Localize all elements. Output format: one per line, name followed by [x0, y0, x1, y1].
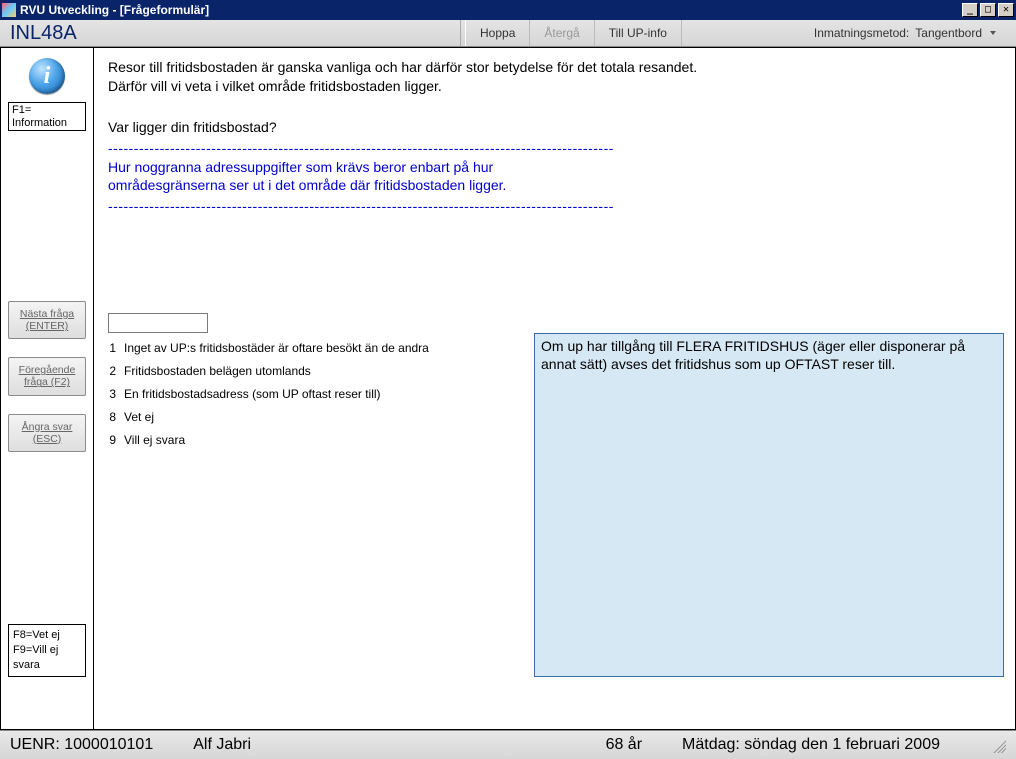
- sidebar: i F1= Information Nästa fråga (ENTER) Fö…: [0, 47, 93, 730]
- previous-question-button[interactable]: Föregående fråga (F2): [8, 357, 86, 395]
- option-3[interactable]: 3 En fritidsbostadsadress (som UP oftast…: [104, 387, 429, 401]
- option-number: 2: [104, 364, 116, 378]
- till-up-info-button[interactable]: Till UP-info: [595, 20, 682, 46]
- answer-input[interactable]: [108, 313, 208, 333]
- next-question-button[interactable]: Nästa fråga (ENTER): [8, 301, 86, 339]
- content-area: Resor till fritidsbostaden är ganska van…: [93, 47, 1016, 730]
- option-1[interactable]: 1 Inget av UP:s fritidsbostäder är oftar…: [104, 341, 429, 355]
- option-text: Inget av UP:s fritidsbostäder är oftare …: [124, 341, 429, 355]
- input-method-dropdown[interactable]: Tangentbord: [915, 26, 996, 40]
- undo-answer-button[interactable]: Ångra svar (ESC): [8, 414, 86, 452]
- app-icon: [2, 3, 16, 17]
- option-text: En fritidsbostadsadress (som UP oftast r…: [124, 387, 381, 401]
- question-text: Resor till fritidsbostaden är ganska van…: [108, 58, 1001, 216]
- option-8[interactable]: 8 Vet ej: [104, 410, 429, 424]
- status-name: Alf Jabri: [193, 736, 251, 754]
- minimize-button[interactable]: _: [962, 3, 978, 17]
- hoppa-button[interactable]: Hoppa: [466, 20, 530, 46]
- toolbar: INL48A Hoppa Återgå Till UP-info Inmatni…: [0, 20, 1016, 47]
- divider-dashes: ----------------------------------------…: [108, 139, 613, 158]
- status-bar: UENR: 1000010101 Alf Jabri 68 år Mätdag:…: [0, 730, 1016, 759]
- question-code: INL48A: [0, 20, 460, 46]
- question-line1: Resor till fritidsbostaden är ganska van…: [108, 58, 728, 77]
- status-date: Mätdag: söndag den 1 februari 2009: [682, 736, 940, 754]
- status-uenr: UENR: 1000010101: [10, 736, 153, 754]
- option-text: Fritidsbostaden belägen utomlands: [124, 364, 311, 378]
- option-number: 9: [104, 433, 116, 447]
- question-note-line2: områdesgränserna ser ut i det område där…: [108, 176, 1001, 195]
- option-number: 3: [104, 387, 116, 401]
- question-prompt: Var ligger din fritidsbostad?: [108, 118, 1001, 137]
- title-bar: RVU Utveckling - [Frågeformulär] _ □ ✕: [0, 0, 1016, 20]
- option-2[interactable]: 2 Fritidsbostaden belägen utomlands: [104, 364, 429, 378]
- option-text: Vet ej: [124, 410, 154, 424]
- status-age: 68 år: [606, 736, 642, 754]
- input-method-value: Tangentbord: [915, 26, 982, 40]
- option-text: Vill ej svara: [124, 433, 185, 447]
- maximize-button[interactable]: □: [980, 3, 996, 17]
- question-line2: Därför vill vi veta i vilket område frit…: [108, 77, 1001, 96]
- shortcut-hints: F8=Vet ej F9=Vill ej svara: [8, 624, 86, 677]
- option-number: 8: [104, 410, 116, 424]
- info-panel: Om up har tillgång till FLERA FRITIDSHUS…: [534, 333, 1004, 677]
- option-number: 1: [104, 341, 116, 355]
- aterga-button[interactable]: Återgå: [530, 20, 594, 46]
- answer-options: 1 Inget av UP:s fritidsbostäder är oftar…: [104, 341, 429, 456]
- input-method: Inmatningsmetod: Tangentbord: [814, 20, 1016, 46]
- info-panel-text: Om up har tillgång till FLERA FRITIDSHUS…: [541, 338, 965, 372]
- window-title: RVU Utveckling - [Frågeformulär]: [20, 3, 962, 17]
- question-note-line1: Hur noggranna adressuppgifter som krävs …: [108, 158, 1001, 177]
- option-9[interactable]: 9 Vill ej svara: [104, 433, 429, 447]
- input-method-label: Inmatningsmetod:: [814, 26, 909, 40]
- info-icon[interactable]: i: [29, 58, 65, 94]
- f1-information-box: F1= Information: [8, 102, 86, 131]
- divider-dashes: ----------------------------------------…: [108, 197, 613, 216]
- resize-grip-icon[interactable]: [990, 737, 1006, 753]
- close-button[interactable]: ✕: [998, 3, 1014, 17]
- chevron-down-icon: [990, 31, 996, 35]
